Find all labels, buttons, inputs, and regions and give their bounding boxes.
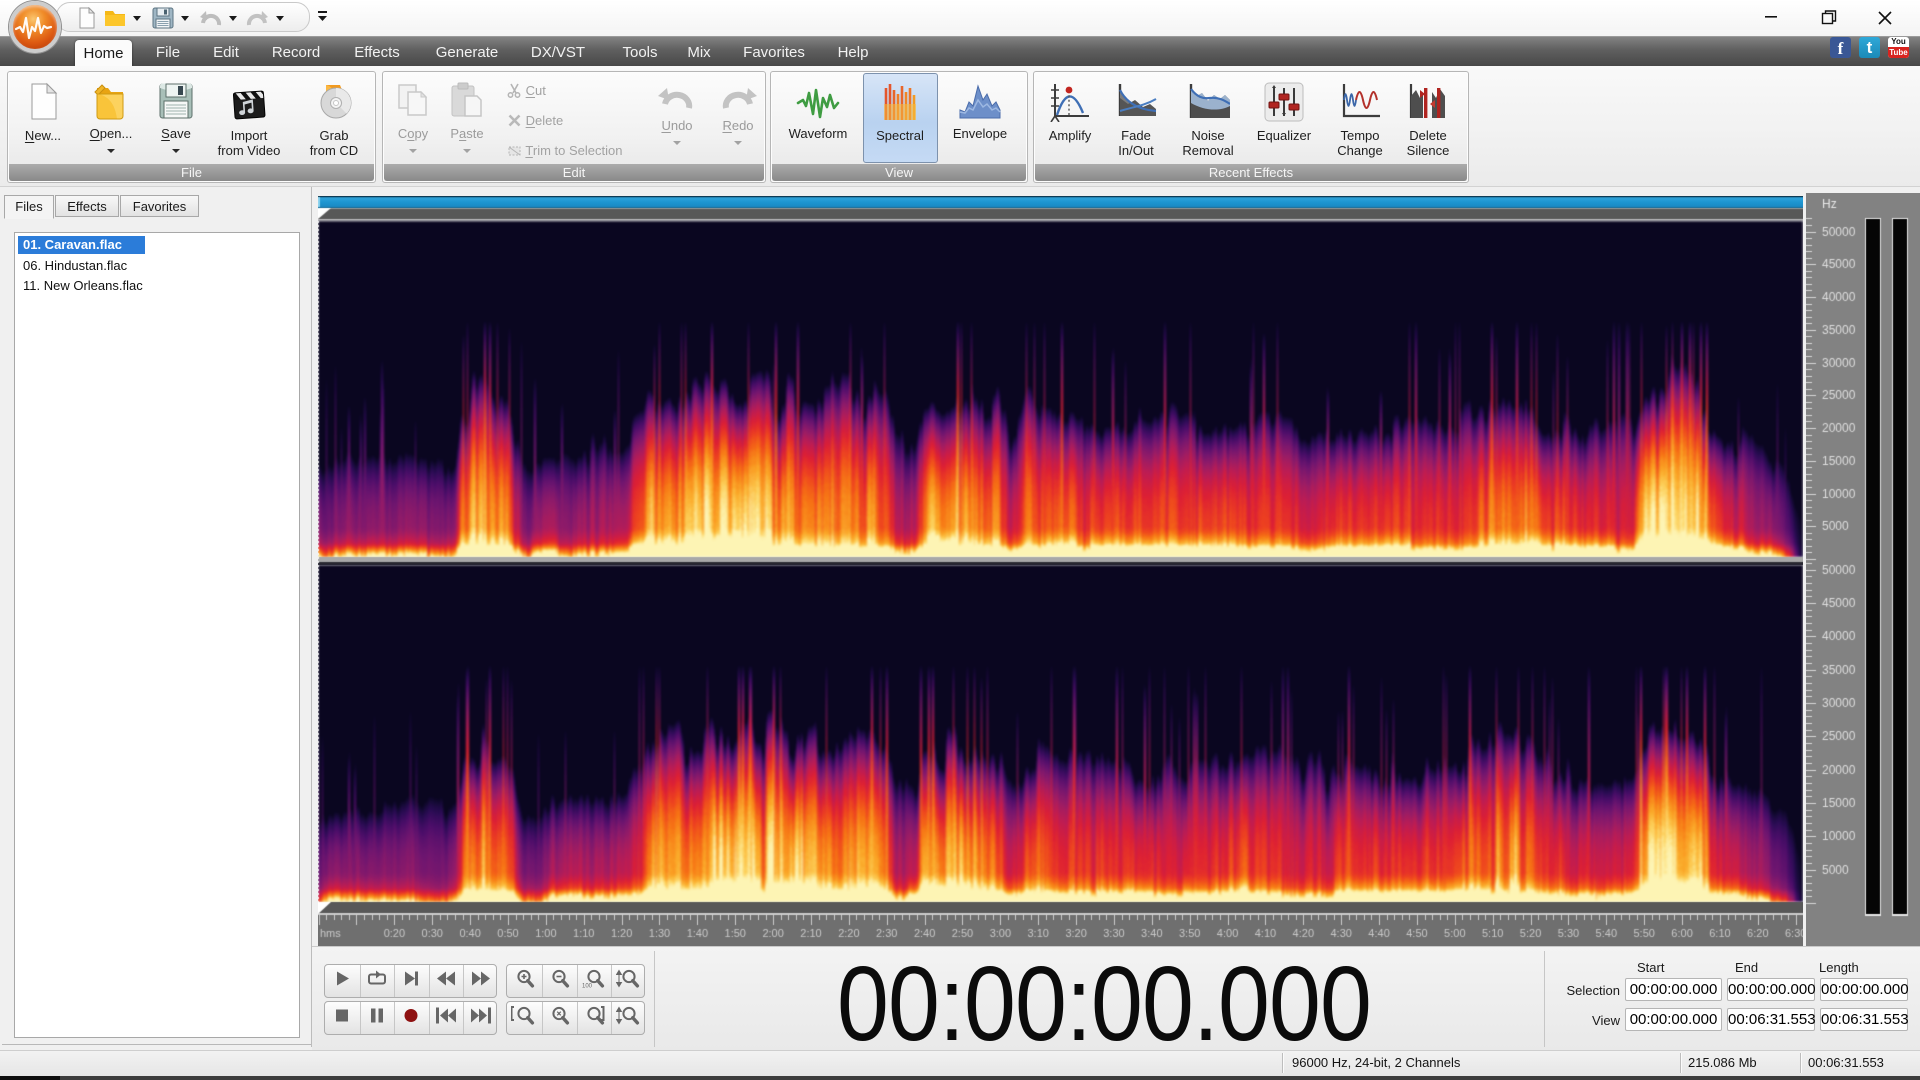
- svg-text:100: 100: [582, 984, 593, 989]
